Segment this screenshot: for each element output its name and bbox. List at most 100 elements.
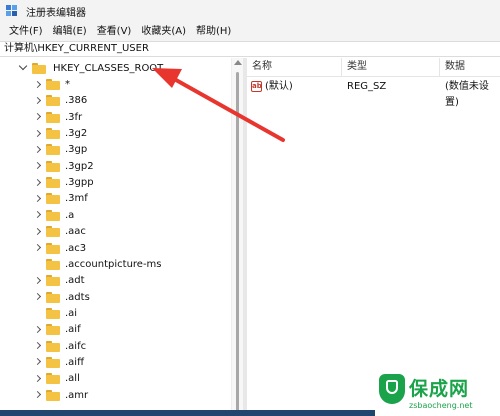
- header-divider: [247, 76, 500, 77]
- tree-item[interactable]: .amr: [32, 387, 88, 403]
- expand-chevron-icon[interactable]: [32, 273, 42, 289]
- tree-item[interactable]: .adts: [32, 289, 90, 305]
- expand-chevron-icon[interactable]: [32, 93, 42, 109]
- tree-item-label: .all: [65, 373, 80, 385]
- tree-item[interactable]: .all: [32, 371, 80, 387]
- folder-icon: [46, 193, 60, 205]
- expand-chevron-icon[interactable]: [32, 142, 42, 158]
- tree-item[interactable]: .ai: [32, 305, 77, 321]
- watermark-url: zsbaocheng.net: [409, 401, 473, 410]
- tree-item-label: .3gp2: [65, 160, 94, 172]
- expand-chevron-icon[interactable]: [32, 207, 42, 223]
- tree-item-label: .adts: [65, 291, 90, 303]
- folder-icon: [46, 324, 60, 336]
- folder-icon: [46, 209, 60, 221]
- expand-chevron-icon[interactable]: [32, 126, 42, 142]
- tree-item-label: .3gpp: [65, 177, 94, 189]
- taskbar-strip: [0, 410, 375, 416]
- expand-chevron-icon[interactable]: [32, 224, 42, 240]
- folder-icon: [46, 144, 60, 156]
- window-title: 注册表编辑器: [26, 7, 86, 19]
- tree-item-label: .aiff: [65, 356, 84, 368]
- column-header-name[interactable]: 名称: [247, 58, 342, 76]
- expand-chevron-icon[interactable]: [32, 354, 42, 370]
- tree-item[interactable]: .3gpp: [32, 175, 94, 191]
- tree-item[interactable]: .aac: [32, 224, 86, 240]
- tree-item[interactable]: .3g2: [32, 126, 87, 142]
- tree-item[interactable]: .adt: [32, 273, 85, 289]
- tree-item-label: .accountpicture-ms: [65, 258, 162, 270]
- expand-chevron-icon[interactable]: [32, 158, 42, 174]
- expand-chevron-icon[interactable]: [32, 322, 42, 338]
- expand-chevron-icon[interactable]: [32, 387, 42, 403]
- tree-item[interactable]: .a: [32, 207, 74, 223]
- menu-edit[interactable]: 编辑(E): [48, 22, 92, 41]
- expand-chevron-icon[interactable]: [32, 371, 42, 387]
- tree-item-label: .3fr: [65, 111, 83, 123]
- tree-item-label: .3gp: [65, 144, 88, 156]
- tree-item-label: .aifc: [65, 340, 87, 352]
- tree-item[interactable]: .ac3: [32, 240, 86, 256]
- scroll-thumb[interactable]: [236, 72, 239, 412]
- tree-item[interactable]: .3gp2: [32, 158, 94, 174]
- values-pane[interactable]: 名称 类型 数据 ab (默认) REG_SZ (数值未设置): [247, 58, 500, 416]
- folder-icon: [46, 258, 60, 270]
- value-data: (数值未设置): [445, 81, 489, 108]
- tree-item-label: .386: [65, 95, 88, 107]
- address-bar[interactable]: 计算机\HKEY_CURRENT_USER: [0, 41, 500, 57]
- expand-chevron-icon[interactable]: [32, 77, 42, 93]
- folder-icon: [46, 111, 60, 123]
- tree-item-label: .amr: [65, 389, 89, 401]
- collapse-chevron-icon[interactable]: [18, 60, 28, 76]
- tree-item[interactable]: .aif: [32, 322, 81, 338]
- expand-chevron-icon[interactable]: [32, 109, 42, 125]
- tree-item-label: .ac3: [65, 242, 87, 254]
- tree-item-label: .a: [65, 209, 75, 221]
- folder-icon: [46, 160, 60, 172]
- tree-item-label: .3mf: [65, 193, 88, 205]
- expand-chevron-icon[interactable]: [32, 338, 42, 354]
- folder-icon: [46, 373, 60, 385]
- tree-item-label: .adt: [65, 275, 85, 287]
- menu-bar: 文件(F) 编辑(E) 查看(V) 收藏夹(A) 帮助(H): [0, 22, 500, 41]
- folder-icon: [46, 242, 60, 254]
- folder-icon: [32, 62, 46, 74]
- tree-item[interactable]: .3mf: [32, 191, 88, 207]
- watermark-title: 保成网: [409, 378, 470, 400]
- tree-root-row[interactable]: HKEY_CLASSES_ROOT: [18, 60, 165, 76]
- tree-item[interactable]: .aiff: [32, 354, 84, 370]
- menu-file[interactable]: 文件(F): [4, 22, 48, 41]
- column-header-type[interactable]: 类型: [342, 58, 440, 76]
- folder-icon: [46, 79, 60, 90]
- ab-string-icon: ab: [251, 81, 262, 92]
- folder-icon: [46, 275, 60, 287]
- expand-chevron-icon[interactable]: [32, 191, 42, 207]
- tree-item[interactable]: .aifc: [32, 338, 86, 354]
- value-type: REG_SZ: [347, 81, 387, 92]
- tree-item[interactable]: .386: [32, 93, 87, 109]
- tree-item[interactable]: .3fr: [32, 109, 82, 125]
- folder-icon: [46, 340, 60, 352]
- tree-item[interactable]: .3gp: [32, 142, 87, 158]
- expand-chevron-icon[interactable]: [32, 289, 42, 305]
- table-row[interactable]: ab (默认) REG_SZ (数值未设置): [247, 79, 500, 108]
- menu-help[interactable]: 帮助(H): [191, 22, 236, 41]
- tree-item-label: .aac: [65, 226, 86, 238]
- tree-item-label: .aif: [65, 324, 81, 336]
- expand-chevron-icon[interactable]: [32, 175, 42, 191]
- menu-view[interactable]: 查看(V): [92, 22, 137, 41]
- folder-icon: [46, 95, 60, 107]
- expand-chevron-icon[interactable]: [32, 240, 42, 256]
- folder-icon: [46, 356, 60, 368]
- folder-icon: [46, 128, 60, 140]
- key-tree-pane[interactable]: HKEY_CLASSES_ROOT * .386 .3fr .3g2 .3gp .3gp2…: [0, 58, 243, 416]
- tree-item[interactable]: .accountpicture-ms: [32, 256, 162, 272]
- tree-item[interactable]: *: [32, 77, 70, 93]
- tree-scrollbar[interactable]: [231, 58, 243, 416]
- column-header-data[interactable]: 数据: [440, 58, 500, 76]
- folder-icon: [46, 307, 60, 319]
- menu-favorites[interactable]: 收藏夹(A): [136, 22, 191, 41]
- scroll-up-arrow-icon[interactable]: [234, 60, 242, 65]
- tree-item-label: .3g2: [65, 128, 88, 140]
